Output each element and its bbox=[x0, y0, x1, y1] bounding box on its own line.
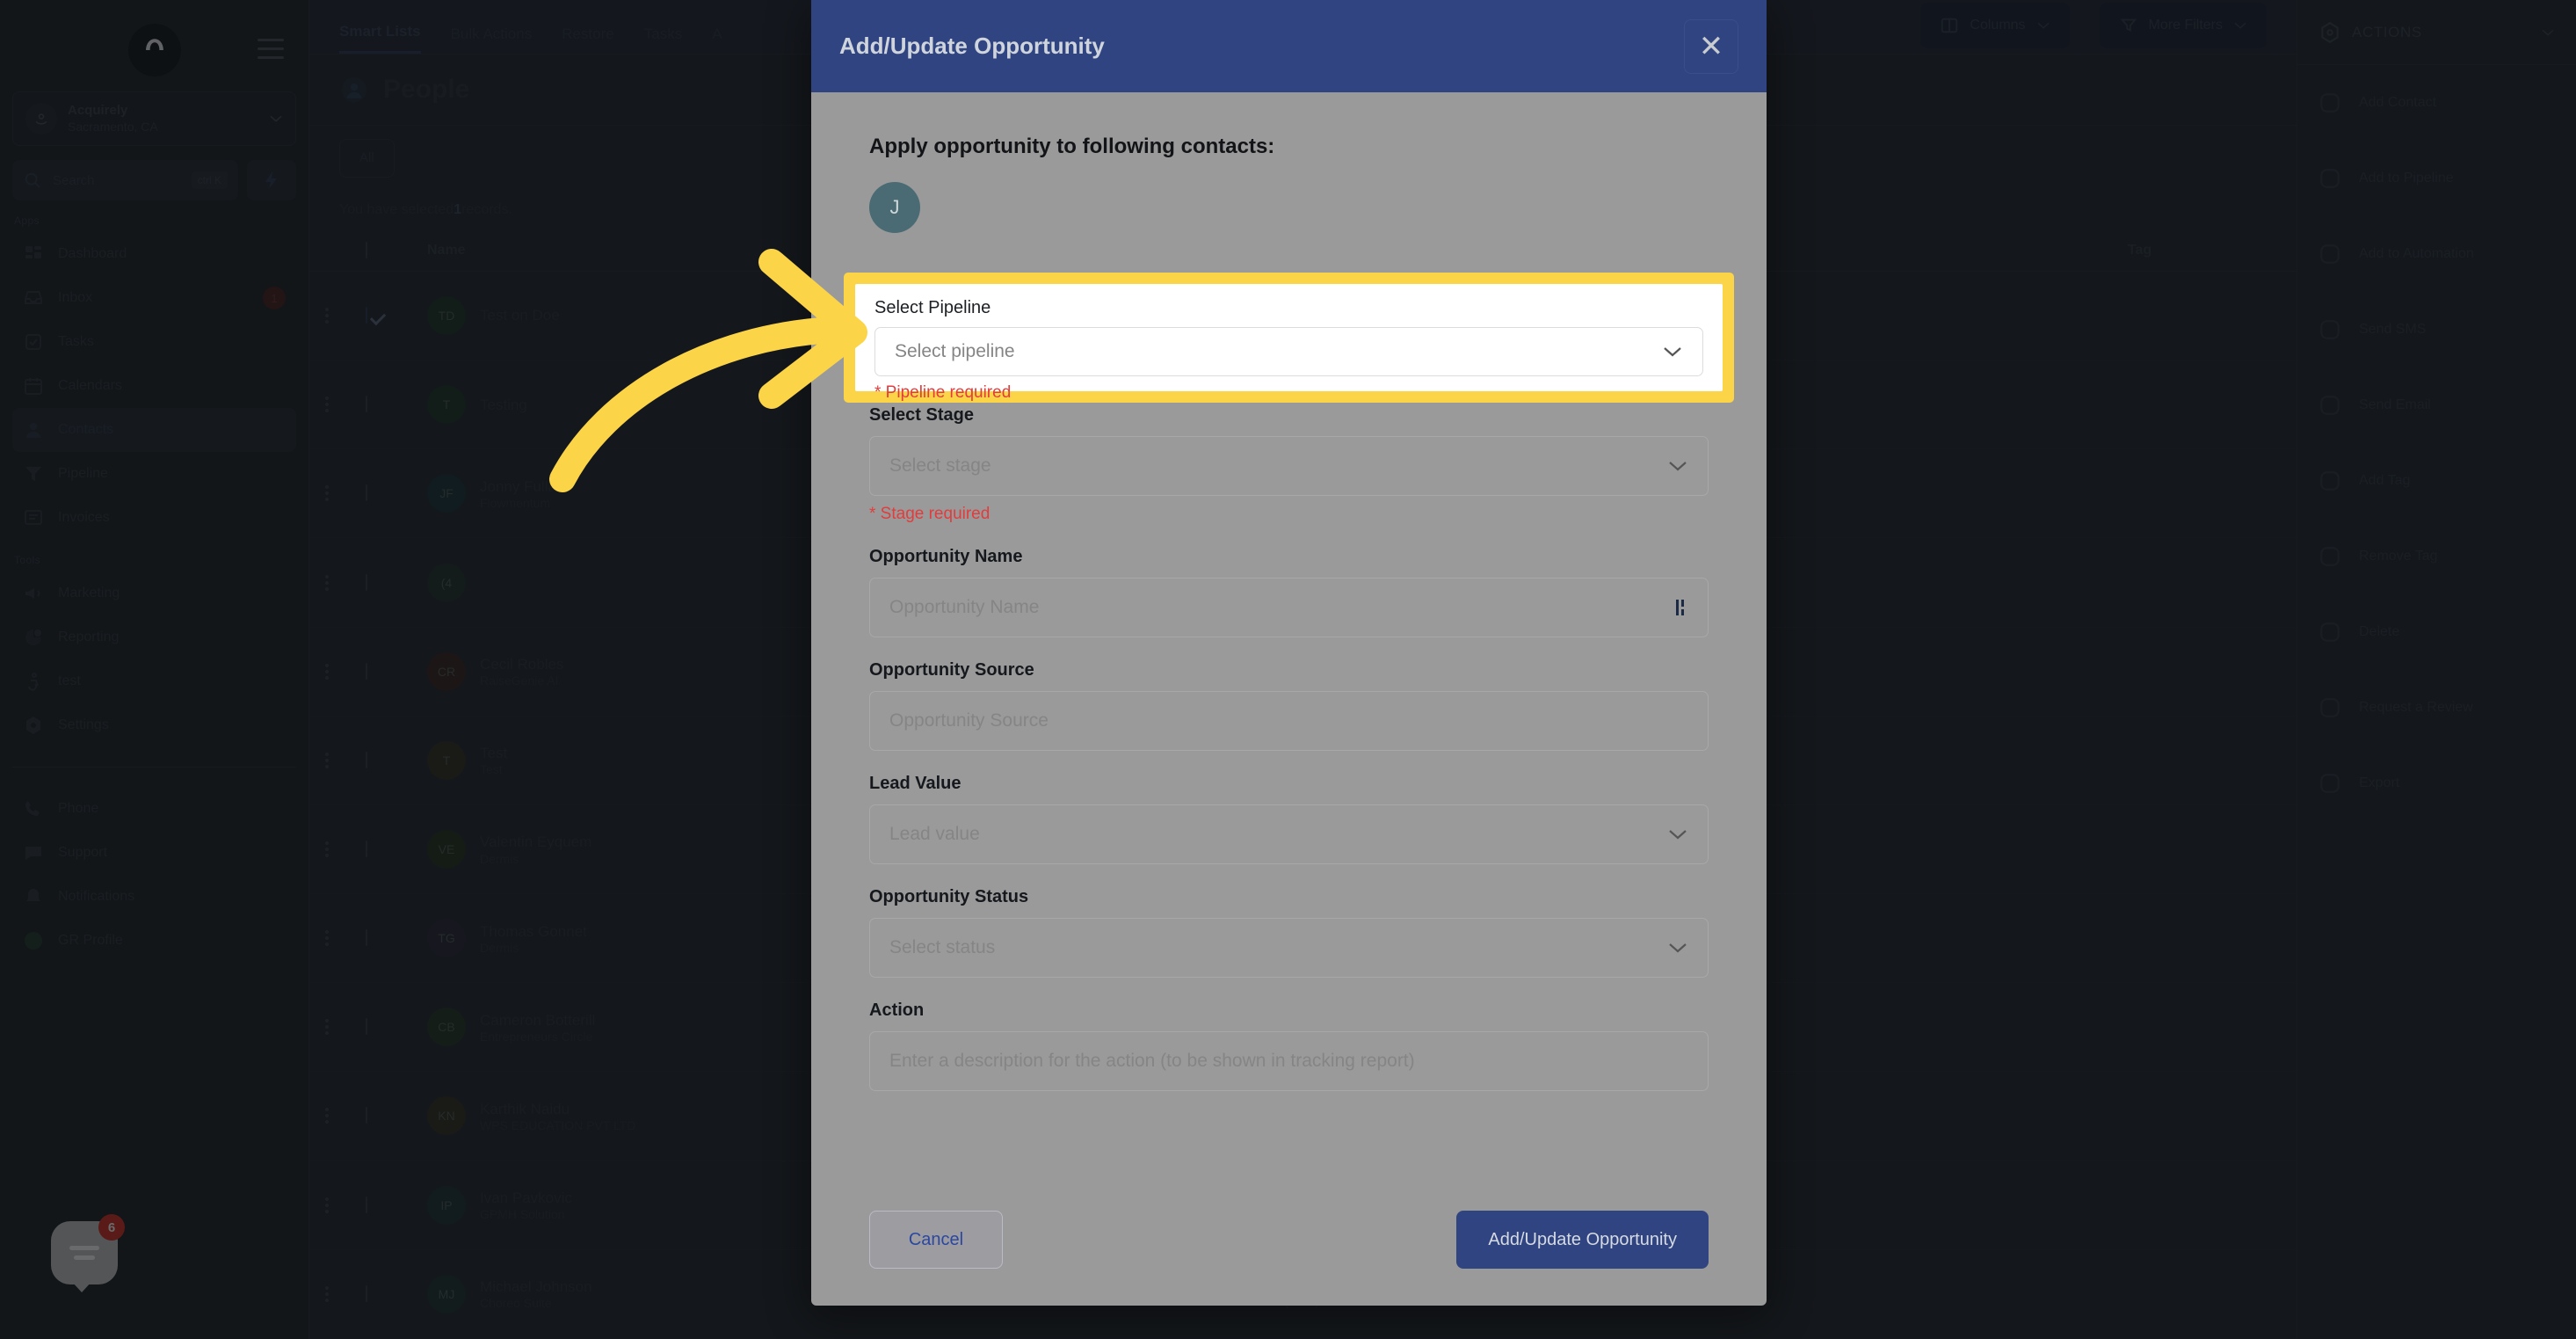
modal-body: Apply opportunity to following contacts:… bbox=[811, 92, 1767, 1174]
action-placeholder: Enter a description for the action (to b… bbox=[889, 1051, 1415, 1071]
action-label: Action bbox=[869, 1001, 925, 1020]
chevron-down-icon bbox=[1664, 347, 1681, 357]
action-field: Action Enter a description for the actio… bbox=[869, 1001, 1709, 1091]
opportunity-status-field: Opportunity Status Select status bbox=[869, 887, 1709, 978]
stage-placeholder: Select stage bbox=[889, 455, 991, 476]
pipeline-placeholder: Select pipeline bbox=[895, 341, 1015, 361]
apply-opportunity-label: Apply opportunity to following contacts: bbox=[869, 135, 1275, 158]
chevron-down-icon bbox=[1669, 462, 1687, 471]
opportunity-status-select[interactable]: Select status bbox=[869, 918, 1709, 978]
opportunity-name-input[interactable]: Opportunity Name bbox=[869, 578, 1709, 637]
opportunity-source-input[interactable]: Opportunity Source bbox=[869, 691, 1709, 751]
opportunity-source-label: Opportunity Source bbox=[869, 660, 1034, 680]
opportunity-status-placeholder: Select status bbox=[889, 937, 996, 957]
lead-value-label: Lead Value bbox=[869, 774, 961, 793]
lead-value-select[interactable]: Lead value bbox=[869, 804, 1709, 864]
opportunity-name-field: Opportunity Name Opportunity Name bbox=[869, 547, 1709, 637]
modal-title: Add/Update Opportunity bbox=[839, 33, 1105, 59]
stage-select[interactable]: Select stage bbox=[869, 436, 1709, 496]
lead-value-field: Lead Value Lead value bbox=[869, 774, 1709, 864]
cancel-button[interactable]: Cancel bbox=[869, 1211, 1003, 1269]
chevron-down-icon bbox=[1669, 830, 1687, 840]
modal-header: Add/Update Opportunity ✕ bbox=[811, 0, 1767, 92]
pipeline-label: Select Pipeline bbox=[874, 298, 991, 317]
opportunity-name-placeholder: Opportunity Name bbox=[889, 597, 1040, 617]
modal-footer: Cancel Add/Update Opportunity bbox=[811, 1174, 1767, 1306]
chevron-down-icon bbox=[1669, 943, 1687, 953]
annotation-arrow-icon bbox=[549, 249, 867, 492]
add-update-opportunity-modal: Add/Update Opportunity ✕ Apply opportuni… bbox=[811, 0, 1767, 1306]
pipeline-field: Select Pipeline Select pipeline * Pipeli… bbox=[855, 284, 1723, 402]
pipeline-error: * Pipeline required bbox=[874, 383, 1012, 402]
opportunity-source-field: Opportunity Source Opportunity Source bbox=[869, 660, 1709, 751]
action-input[interactable]: Enter a description for the action (to b… bbox=[869, 1031, 1709, 1091]
opportunity-status-label: Opportunity Status bbox=[869, 887, 1029, 906]
pipeline-select[interactable]: Select pipeline bbox=[874, 327, 1703, 376]
contact-avatar-row: J bbox=[869, 182, 1709, 233]
stage-label: Select Stage bbox=[869, 405, 974, 425]
opportunity-source-placeholder: Opportunity Source bbox=[889, 710, 1049, 731]
lead-value-placeholder: Lead value bbox=[889, 824, 980, 844]
stage-field: Select Stage Select stage * Stage requir… bbox=[869, 405, 1709, 524]
text-cursor-icon bbox=[1676, 600, 1684, 615]
pipeline-highlight-box: Select Pipeline Select pipeline * Pipeli… bbox=[844, 273, 1734, 403]
close-icon[interactable]: ✕ bbox=[1684, 18, 1738, 74]
stage-error: * Stage required bbox=[869, 505, 990, 523]
opportunity-name-label: Opportunity Name bbox=[869, 547, 1023, 566]
add-update-opportunity-button[interactable]: Add/Update Opportunity bbox=[1456, 1211, 1709, 1269]
